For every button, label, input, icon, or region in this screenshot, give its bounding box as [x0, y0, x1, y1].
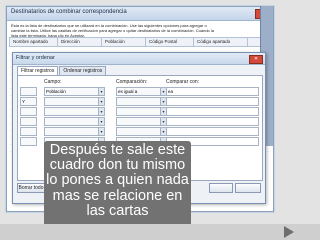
- chevron-down-icon[interactable]: ▾: [98, 98, 104, 105]
- filter-tabs: Filtrar registros Ordenar registros: [17, 66, 107, 75]
- tab-sort-records[interactable]: Ordenar registros: [59, 66, 107, 75]
- comparison-value: es igual a: [118, 89, 138, 94]
- field-select[interactable]: ▾: [44, 107, 105, 116]
- chevron-down-icon[interactable]: ▾: [98, 118, 104, 125]
- column-header[interactable]: Población: [102, 38, 146, 46]
- ok-button[interactable]: [209, 183, 233, 193]
- column-header[interactable]: Código apartado: [194, 38, 248, 46]
- filter-row: ▾ ▾: [20, 127, 259, 136]
- comparison-select[interactable]: ▾: [116, 107, 167, 116]
- filter-dialog-titlebar: Filtrar y ordenar ✕: [13, 53, 265, 65]
- column-header[interactable]: Nombre apartado: [10, 38, 58, 46]
- bottom-band: [0, 224, 320, 240]
- conjunction-select[interactable]: [20, 117, 37, 126]
- field-select[interactable]: Población ▾: [44, 87, 105, 96]
- comparison-select[interactable]: es igual a ▾: [116, 87, 167, 96]
- field-select[interactable]: ▾: [44, 127, 105, 136]
- field-select[interactable]: ▾: [44, 97, 105, 106]
- compare-value-input[interactable]: ea: [166, 87, 259, 96]
- cancel-button[interactable]: [235, 183, 261, 193]
- conjunction-select[interactable]: Y: [20, 97, 37, 106]
- filter-dialog-title: Filtrar y ordenar: [16, 55, 55, 61]
- conjunction-select[interactable]: [20, 137, 37, 146]
- comparison-select[interactable]: ▾: [116, 127, 167, 136]
- column-header[interactable]: Dirección: [58, 38, 102, 46]
- compare-column-label: Comparación:: [116, 79, 148, 85]
- recipients-title: Destinatarios de combinar correspondenci…: [11, 9, 127, 15]
- conjunction-select[interactable]: [20, 127, 37, 136]
- next-arrow-icon[interactable]: [284, 226, 294, 238]
- column-header[interactable]: Código Postal: [146, 38, 194, 46]
- comparison-select[interactable]: ▾: [116, 97, 167, 106]
- recipients-titlebar: Destinatarios de combinar correspondenci…: [7, 7, 273, 21]
- comparison-select[interactable]: ▾: [116, 117, 167, 126]
- conjunction-select[interactable]: [20, 107, 37, 116]
- compare-value-input[interactable]: [166, 117, 259, 126]
- caption-box: Después te sale este cuadro don tu mismo…: [44, 141, 191, 237]
- compare-value-input[interactable]: [166, 127, 259, 136]
- recipients-table-header: Nombre apartado Dirección Población Códi…: [9, 37, 273, 47]
- chevron-down-icon[interactable]: ▾: [98, 128, 104, 135]
- filter-row: ▾ ▾: [20, 107, 259, 116]
- field-select[interactable]: ▾: [44, 117, 105, 126]
- conjunction-select[interactable]: [20, 87, 37, 96]
- clear-all-button[interactable]: Borrar todo: [17, 183, 45, 193]
- close-icon[interactable]: ✕: [249, 55, 263, 64]
- filter-row: Y ▾ ▾: [20, 97, 259, 106]
- caption-text: Después te sale este cuadro don tu mismo…: [46, 142, 189, 219]
- chevron-down-icon[interactable]: ▾: [98, 108, 104, 115]
- filter-row: ▾ ▾: [20, 117, 259, 126]
- field-column-label: Campo:: [44, 79, 62, 85]
- compare-value-input[interactable]: [166, 107, 259, 116]
- slide-background: Destinatarios de combinar correspondenci…: [0, 0, 320, 240]
- chevron-down-icon[interactable]: ▾: [98, 88, 104, 95]
- tab-filter-records[interactable]: Filtrar registros: [17, 66, 59, 75]
- field-value: Población: [46, 89, 66, 94]
- value-column-label: Comparar con:: [166, 79, 200, 85]
- recipients-description: Ésta es la lista de destinatarios que se…: [11, 23, 214, 38]
- filter-row: Población ▾ es igual a ▾ ea: [20, 87, 259, 96]
- compare-value-input[interactable]: [166, 97, 259, 106]
